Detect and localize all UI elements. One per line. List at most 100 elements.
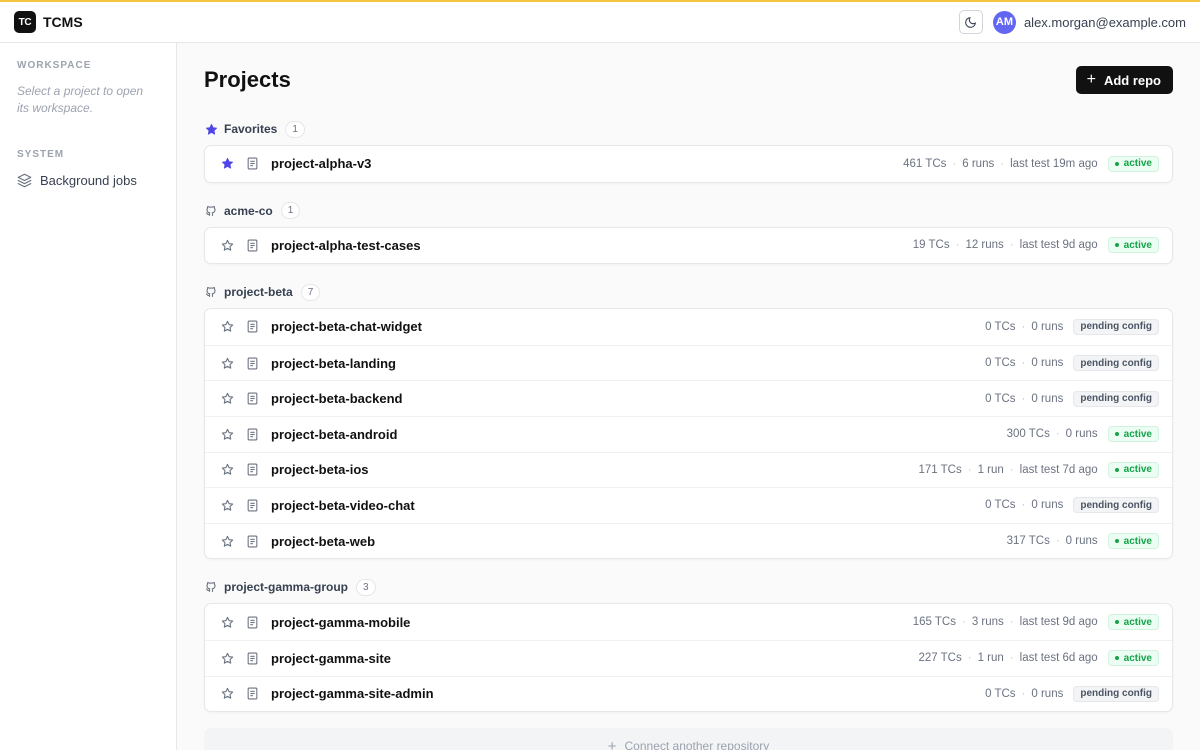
project-name[interactable]: project-beta-video-chat <box>271 498 415 513</box>
project-name[interactable]: project-alpha-test-cases <box>271 238 421 253</box>
last-test-time: last test 9d ago <box>1019 616 1098 629</box>
github-icon <box>205 582 216 593</box>
project-row[interactable]: project-beta-ios 171 TCs · 1 run · last test … <box>205 451 1172 488</box>
test-case-count: 171 TCs <box>918 463 962 476</box>
project-meta: 0 TCs · 0 runs pending config <box>985 685 1159 702</box>
run-count: 0 runs <box>1031 392 1064 405</box>
project-name[interactable]: project-beta-chat-widget <box>271 319 422 334</box>
run-count: 0 runs <box>1065 535 1098 548</box>
group-icon-wrapper <box>204 581 218 593</box>
project-row[interactable]: project-beta-android 300 TCs · 0 runs active <box>205 415 1172 452</box>
add-repo-label: Add repo <box>1103 72 1161 88</box>
separator-dot: · <box>1009 463 1014 476</box>
group-count-badge: 1 <box>280 202 301 220</box>
project-row[interactable]: project-beta-backend 0 TCs · 0 runs pending … <box>205 380 1172 416</box>
add-repo-button[interactable]: + Add repo <box>1075 66 1173 94</box>
star-icon <box>221 321 233 333</box>
separator-dot: · <box>1021 687 1026 700</box>
document-icon <box>247 499 257 512</box>
project-name[interactable]: project-alpha-v3 <box>271 156 371 171</box>
theme-toggle-button[interactable] <box>958 10 983 34</box>
project-name[interactable]: project-beta-landing <box>271 356 396 371</box>
project-row[interactable]: project-gamma-mobile 165 TCs · 3 runs · last … <box>205 604 1172 640</box>
sidebar-item-label: Background jobs <box>40 173 137 188</box>
workspace-heading: WORKSPACE <box>17 60 92 71</box>
project-row[interactable]: project-alpha-test-cases 19 TCs · 12 runs · l… <box>205 228 1172 264</box>
page-title: Projects <box>204 67 291 92</box>
project-row[interactable]: project-gamma-site 227 TCs · 1 run · last tes… <box>205 639 1172 676</box>
favorite-toggle[interactable] <box>220 392 234 405</box>
project-row[interactable]: project-beta-web 317 TCs · 0 runs active <box>205 522 1172 559</box>
document-icon-wrapper <box>245 428 259 441</box>
project-row[interactable]: project-gamma-site-admin 0 TCs · 0 runs pend… <box>205 675 1172 712</box>
connect-repository-label: Connect another repository <box>624 739 770 750</box>
project-name[interactable]: project-beta-backend <box>271 391 402 406</box>
star-icon <box>221 357 233 369</box>
star-icon <box>221 239 233 251</box>
star-icon <box>221 616 233 628</box>
project-row[interactable]: project-beta-chat-widget 0 TCs · 0 runs pend… <box>205 309 1172 345</box>
star-icon <box>221 652 233 664</box>
document-icon <box>247 428 257 441</box>
user-email[interactable]: alex.morgan@example.com <box>1024 15 1186 30</box>
group-header: project-beta 7 <box>204 280 1173 304</box>
star-icon <box>221 392 233 404</box>
document-icon <box>247 463 257 476</box>
project-row[interactable]: project-beta-video-chat 0 TCs · 0 runs pendi… <box>205 487 1172 523</box>
sidebar-item-background-jobs[interactable]: Background jobs <box>17 173 159 188</box>
favorite-toggle[interactable] <box>220 463 234 476</box>
project-name[interactable]: project-beta-web <box>271 534 375 549</box>
favorite-toggle[interactable] <box>220 157 234 170</box>
document-icon-wrapper <box>245 392 259 405</box>
favorite-toggle[interactable] <box>220 652 234 665</box>
status-badge: pending config <box>1073 355 1159 372</box>
connect-repository-button[interactable]: + Connect another repository <box>204 728 1173 750</box>
favorite-toggle[interactable] <box>220 320 234 333</box>
separator-dot: · <box>1009 239 1014 252</box>
project-meta: 165 TCs · 3 runs · last test 9d ago active <box>913 614 1159 631</box>
group-name: acme-co <box>224 203 273 218</box>
favorite-toggle[interactable] <box>220 239 234 252</box>
project-row[interactable]: project-alpha-v3 461 TCs · 6 runs · last test… <box>205 146 1172 182</box>
test-case-count: 19 TCs <box>912 239 950 252</box>
status-badge: active <box>1107 614 1159 631</box>
project-meta: 0 TCs · 0 runs pending config <box>985 318 1159 335</box>
test-case-count: 461 TCs <box>903 157 947 170</box>
favorite-toggle[interactable] <box>220 428 234 441</box>
star-icon <box>221 499 233 511</box>
separator-dot: · <box>1009 616 1014 629</box>
project-meta: 300 TCs · 0 runs active <box>1007 426 1159 443</box>
app-logo[interactable]: TC <box>14 11 36 33</box>
avatar[interactable]: AM <box>992 10 1016 34</box>
status-badge: active <box>1107 650 1159 667</box>
separator-dot: · <box>1021 499 1026 512</box>
separator-dot: · <box>1055 428 1060 441</box>
status-badge: active <box>1107 155 1159 172</box>
run-count: 1 run <box>977 652 1004 665</box>
favorite-toggle[interactable] <box>220 535 234 548</box>
group-name: project-beta <box>224 285 293 300</box>
run-count: 0 runs <box>1031 320 1064 333</box>
project-row[interactable]: project-beta-landing 0 TCs · 0 runs pending … <box>205 344 1172 381</box>
favorite-toggle[interactable] <box>220 499 234 512</box>
document-icon-wrapper <box>245 616 259 629</box>
document-icon-wrapper <box>245 320 259 333</box>
project-name[interactable]: project-gamma-mobile <box>271 615 410 630</box>
document-icon-wrapper <box>245 463 259 476</box>
project-name[interactable]: project-beta-ios <box>271 462 369 477</box>
project-name[interactable]: project-beta-android <box>271 427 397 442</box>
favorite-toggle[interactable] <box>220 687 234 700</box>
separator-dot: · <box>967 463 972 476</box>
group-header: acme-co 1 <box>204 199 1173 223</box>
star-icon <box>221 688 233 700</box>
test-case-count: 0 TCs <box>985 392 1016 405</box>
project-name[interactable]: project-gamma-site-admin <box>271 686 434 701</box>
favorite-toggle[interactable] <box>220 357 234 370</box>
separator-dot: · <box>961 616 966 629</box>
project-name[interactable]: project-gamma-site <box>271 651 391 666</box>
separator-dot: · <box>952 157 957 170</box>
status-badge: active <box>1107 461 1159 478</box>
favorite-toggle[interactable] <box>220 616 234 629</box>
app-name[interactable]: TCMS <box>43 14 83 30</box>
test-case-count: 227 TCs <box>918 652 962 665</box>
